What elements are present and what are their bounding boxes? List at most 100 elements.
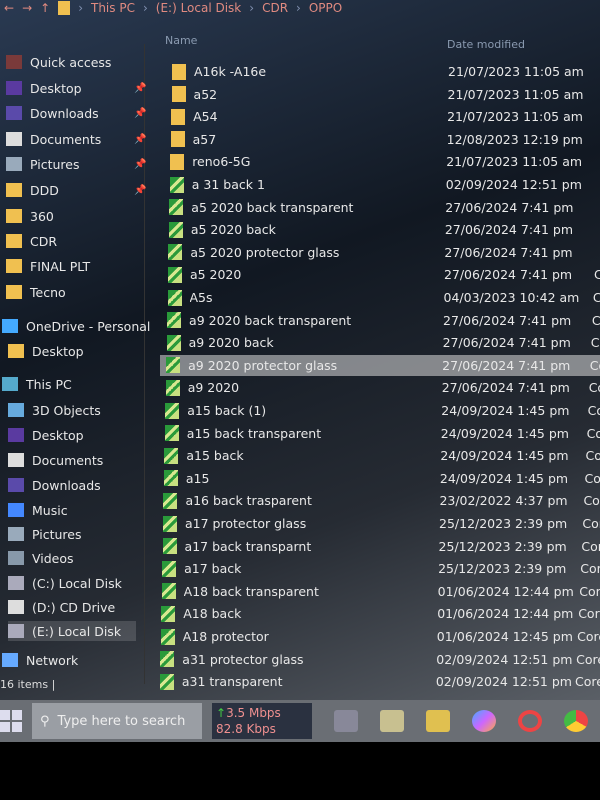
- column-name[interactable]: Name: [165, 34, 197, 47]
- column-headers: Name Date modified: [165, 32, 600, 52]
- copilot-icon[interactable]: [472, 710, 496, 732]
- sidebar-item[interactable]: (C:) Local Disk: [8, 573, 122, 593]
- file-row[interactable]: a9 2020 back transparent 27/06/2024 7:41 …: [161, 310, 600, 331]
- file-row[interactable]: a16 back trasparent 23/02/2022 4:37 pm Cor…: [157, 490, 600, 511]
- coreldraw-file-icon: [163, 515, 177, 532]
- sidebar-item-label: FINAL PLT: [30, 258, 91, 274]
- file-date-modified: 27/06/2024 7:41 pm: [442, 335, 571, 351]
- pin-icon: 📌: [134, 133, 147, 145]
- file-row[interactable]: a57 12/08/2023 12:19 pm: [165, 129, 600, 150]
- file-row[interactable]: a15 back transparent 24/09/2024 1:45 pm Co…: [159, 423, 600, 444]
- file-row[interactable]: a9 2020 27/06/2024 7:41 pm Core: [160, 377, 600, 398]
- file-row[interactable]: a5 2020 27/06/2024 7:41 pm Core: [162, 264, 600, 285]
- sidebar-item-label: (C:) Local Disk: [32, 575, 122, 591]
- file-row[interactable]: A5s 04/03/2023 10:42 am Core: [162, 287, 600, 308]
- taskbar: ⚲ Type here to search ↑3.5 Mbps 82.8 Kbp…: [0, 700, 600, 742]
- opera-icon[interactable]: [518, 710, 542, 732]
- sidebar-item[interactable]: OneDrive - Personal: [2, 316, 150, 336]
- file-row[interactable]: a 31 back 1 02/09/2024 12:51 pm: [164, 174, 600, 195]
- file-row[interactable]: A16k -A16e 21/07/2023 11:05 am: [166, 61, 600, 82]
- file-date-modified: 01/06/2024 12:45 pm: [436, 629, 573, 644]
- address-bar[interactable]: ← → ↑ › This PC › (E:) Local Disk › CDR › OP…: [0, 0, 600, 16]
- up-icon[interactable]: ↑: [40, 1, 50, 15]
- file-row[interactable]: a17 protector glass 25/12/2023 2:39 pm Cor…: [157, 513, 600, 534]
- sidebar-item[interactable]: 3D Objects: [8, 400, 101, 420]
- file-row[interactable]: a17 back transparnt 25/12/2023 2:39 pm Cor…: [157, 536, 600, 557]
- breadcrumb-e-drive[interactable]: (E:) Local Disk: [156, 1, 242, 15]
- sidebar-item[interactable]: Pictures: [8, 524, 82, 544]
- file-row[interactable]: a5 2020 protector glass 27/06/2024 7:41 p…: [162, 242, 600, 263]
- breadcrumb-oppo[interactable]: OPPO: [309, 1, 342, 15]
- file-type: Core: [580, 561, 600, 577]
- file-row[interactable]: a9 2020 back 27/06/2024 7:41 pm Core: [161, 332, 600, 353]
- sidebar-item-label: Desktop: [32, 343, 84, 359]
- windows-start-icon[interactable]: [0, 710, 22, 732]
- forward-icon[interactable]: →: [22, 1, 32, 15]
- sidebar-item[interactable]: This PC: [2, 374, 72, 394]
- file-date-modified: 25/12/2023 2:39 pm: [439, 516, 568, 531]
- breadcrumb-cdr[interactable]: CDR: [262, 1, 288, 15]
- sidebar-item[interactable]: Pictures 📌: [6, 154, 146, 174]
- file-row[interactable]: a52 21/07/2023 11:05 am: [166, 84, 600, 105]
- file-type: Core: [588, 380, 600, 396]
- file-type: Core: [584, 470, 600, 486]
- file-row[interactable]: a15 back (1) 24/09/2024 1:45 pm Core: [159, 400, 600, 421]
- sidebar-item[interactable]: Desktop: [8, 341, 84, 361]
- sidebar-item[interactable]: FINAL PLT: [6, 256, 90, 276]
- sidebar-item[interactable]: (D:) CD Drive: [8, 597, 115, 617]
- breadcrumb-this-pc[interactable]: This PC: [91, 1, 135, 15]
- taskbar-search[interactable]: ⚲ Type here to search: [32, 703, 202, 739]
- file-row[interactable]: A18 back transparent 01/06/2024 12:44 pm C…: [156, 581, 600, 602]
- file-row[interactable]: reno6-5G 21/07/2023 11:05 am: [164, 151, 600, 172]
- pin-icon: 📌: [134, 184, 147, 196]
- file-row[interactable]: a15 24/09/2024 1:45 pm Core: [158, 468, 600, 489]
- sidebar-item[interactable]: Downloads 📌: [6, 103, 146, 123]
- sidebar-item[interactable]: 360: [6, 206, 54, 226]
- sidebar-item[interactable]: Tecno: [6, 282, 66, 302]
- file-row[interactable]: a5 2020 back 27/06/2024 7:41 pm: [163, 219, 600, 240]
- sidebar-item-label: 3D Objects: [32, 402, 101, 418]
- file-name: A18 back transparent: [183, 583, 319, 599]
- sidebar-item-label: Pictures: [32, 526, 82, 542]
- sidebar-item[interactable]: Documents: [8, 450, 103, 470]
- cloud-icon: [2, 319, 18, 333]
- sidebar-item[interactable]: (E:) Local Disk: [8, 621, 136, 641]
- file-type: Core: [578, 606, 600, 622]
- sidebar-item[interactable]: Downloads: [8, 475, 101, 495]
- file-row[interactable]: a9 2020 protector glass 27/06/2024 7:41 p…: [160, 354, 600, 376]
- sidebar-item[interactable]: CDR: [6, 231, 57, 251]
- sidebar-item[interactable]: Videos: [8, 548, 74, 568]
- sidebar-item[interactable]: DDD 📌: [6, 180, 146, 200]
- store-icon[interactable]: [380, 710, 404, 732]
- file-row[interactable]: A18 back 01/06/2024 12:44 pmCore: [155, 603, 600, 624]
- sidebar-item[interactable]: Documents 📌: [6, 129, 146, 149]
- chrome-icon[interactable]: [564, 710, 588, 732]
- sidebar-item-label: Network: [26, 652, 79, 668]
- folder-icon: [170, 153, 185, 170]
- sidebar-item[interactable]: Network: [2, 650, 78, 670]
- file-row[interactable]: A18 protector 01/06/2024 12:45 pm Core: [155, 626, 600, 647]
- file-name: a9 2020 back: [188, 335, 274, 351]
- navigation-pane: Quick access Desktop 📌 Downloads 📌 Documents 📌…: [0, 44, 150, 684]
- column-date-modified[interactable]: Date modified: [447, 38, 525, 51]
- coreldraw-file-icon: [161, 605, 176, 622]
- file-explorer-taskbar-icon[interactable]: [426, 710, 450, 732]
- task-view-icon[interactable]: [334, 710, 358, 732]
- file-row[interactable]: a5 2020 back transparent 27/06/2024 7:41 …: [163, 197, 600, 218]
- back-icon[interactable]: ←: [4, 1, 14, 15]
- file-name: a15 back (1): [187, 403, 267, 418]
- file-type: Core: [590, 335, 600, 351]
- file-name: a15: [185, 470, 210, 486]
- sidebar-item[interactable]: Desktop 📌: [6, 78, 146, 98]
- file-row[interactable]: a17 back 25/12/2023 2:39 pm Core: [156, 558, 600, 579]
- file-row[interactable]: a31 protector glass 02/09/2024 12:51 pm Co…: [154, 649, 600, 670]
- file-name: a5 2020 back: [190, 222, 276, 238]
- sidebar-item[interactable]: Music: [8, 500, 68, 520]
- sidebar-item[interactable]: Quick access: [6, 52, 111, 72]
- file-row[interactable]: a31 transparent 02/09/2024 12:51 pmCore: [154, 671, 600, 692]
- sidebar-item[interactable]: Desktop: [8, 425, 84, 445]
- file-row[interactable]: a15 back 24/09/2024 1:45 pm Core: [158, 445, 600, 466]
- drive-icon: [8, 576, 24, 590]
- coreldraw-file-icon: [166, 357, 181, 374]
- file-row[interactable]: A54 21/07/2023 11:05 am: [165, 106, 600, 127]
